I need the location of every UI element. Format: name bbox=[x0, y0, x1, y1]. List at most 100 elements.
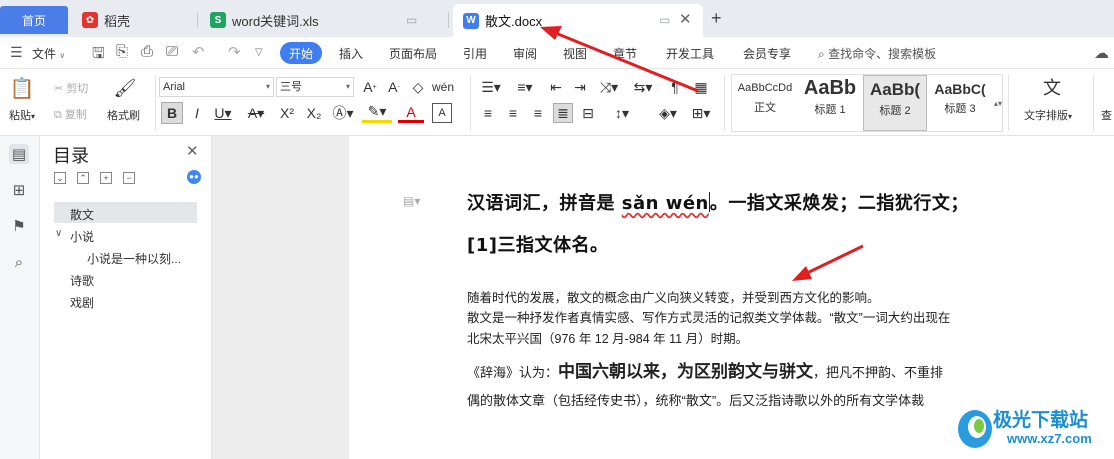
style-normal[interactable]: AaBbCcDd 正文 bbox=[732, 75, 798, 131]
menu-review[interactable]: 审阅 bbox=[513, 45, 537, 62]
cloud-sync-icon[interactable]: ☁ bbox=[1094, 44, 1109, 62]
gallery-scroll-icon[interactable]: ▴▾ bbox=[994, 85, 1002, 121]
paste-icon[interactable]: 📋 bbox=[10, 75, 35, 101]
tab-daoke[interactable]: ✿ 稻壳 bbox=[72, 6, 192, 34]
body-paragraph: 散文是一种抒发作者真情实感、写作方式灵活的记叙类文学体裁。“散文”一词大约出现在 bbox=[467, 311, 951, 325]
left-icon-rail: ▤ ⊞ ⚑ ⌕ bbox=[0, 136, 40, 459]
toc-item[interactable]: 小说是一种以刻... bbox=[87, 250, 181, 267]
truncated-ribbon-item[interactable]: 查 bbox=[1101, 107, 1112, 123]
cut-button[interactable]: ✂ 剪切 bbox=[54, 80, 88, 96]
align-left-icon[interactable]: ≡ bbox=[478, 103, 498, 123]
print-icon[interactable]: ⎙ bbox=[141, 43, 153, 60]
navigation-icon[interactable]: ⊞ bbox=[9, 180, 29, 200]
bold-icon[interactable]: B bbox=[161, 102, 183, 124]
quick-access-dropdown-icon[interactable]: ▽ bbox=[255, 47, 263, 58]
increase-indent-icon[interactable]: ⇥ bbox=[570, 78, 590, 96]
redo-icon[interactable]: ↷ bbox=[228, 43, 241, 61]
chevron-down-icon[interactable]: ∨ bbox=[55, 228, 62, 239]
font-color-icon[interactable]: A bbox=[398, 103, 424, 123]
menu-developer[interactable]: 开发工具 bbox=[666, 45, 714, 62]
align-center-icon[interactable]: ≡ bbox=[503, 103, 523, 123]
toc-item[interactable]: 诗歌 bbox=[70, 272, 94, 289]
toc-item[interactable]: 小说 bbox=[70, 228, 94, 245]
justify-icon[interactable]: ≣ bbox=[553, 103, 573, 123]
tab-home[interactable]: 首页 bbox=[0, 6, 68, 34]
font-size-select[interactable]: 三号 ▾ bbox=[276, 77, 354, 97]
table-lines-icon[interactable]: ▦ bbox=[690, 78, 712, 96]
text-direction-icon[interactable]: ⇆▾ bbox=[630, 78, 656, 96]
phonetic-guide-icon[interactable]: wén bbox=[432, 78, 454, 96]
menu-references[interactable]: 引用 bbox=[463, 45, 487, 62]
paste-button[interactable]: 粘贴▾ bbox=[9, 107, 35, 123]
monitor-icon[interactable]: ▭ bbox=[659, 13, 670, 27]
bookmark-icon[interactable]: ⚑ bbox=[9, 216, 29, 236]
collapse-all-icon[interactable]: ⌄ bbox=[54, 172, 66, 184]
distributed-align-icon[interactable]: ⊟ bbox=[578, 103, 598, 123]
increase-font-icon[interactable]: A + bbox=[360, 78, 380, 96]
format-painter-label[interactable]: 格式刷 bbox=[107, 107, 140, 123]
tab-xls[interactable]: S word关键词.xls ▭ bbox=[200, 6, 445, 34]
style-sample: AaBb bbox=[803, 77, 857, 99]
hamburger-icon[interactable]: ☰ bbox=[10, 44, 23, 61]
watermark-name: 极光下载站 bbox=[993, 409, 1089, 431]
cloud-service-icon[interactable]: ●● bbox=[187, 170, 201, 184]
bullet-list-icon[interactable]: ☰▾ bbox=[478, 78, 504, 96]
heading-line-2: [1]三指文体名。 bbox=[467, 235, 609, 256]
menu-file[interactable]: 文件 ∨ bbox=[32, 45, 65, 62]
toc-panel-icon[interactable]: ▤ bbox=[9, 144, 29, 164]
borders-icon[interactable]: ⊞▾ bbox=[688, 103, 714, 123]
decrease-indent-icon[interactable]: ⇤ bbox=[546, 78, 566, 96]
paragraph-handle-icon[interactable]: ▤▾ bbox=[403, 194, 420, 208]
superscript-icon[interactable]: X² bbox=[276, 103, 298, 123]
menu-member[interactable]: 会员专享 bbox=[743, 45, 791, 62]
font-family-select[interactable]: Arial ▾ bbox=[159, 77, 274, 97]
style-heading-2[interactable]: AaBb( 标题 2 bbox=[863, 75, 927, 131]
remove-heading-icon[interactable]: − bbox=[123, 172, 135, 184]
group-divider bbox=[470, 75, 471, 131]
command-search[interactable]: ⌕ 查找命令、搜索模板 bbox=[818, 45, 936, 62]
format-painter-icon[interactable]: 🖌 bbox=[114, 75, 137, 101]
text-effect-icon[interactable]: Ⓐ▾ bbox=[330, 103, 356, 123]
search-icon[interactable]: ⌕ bbox=[9, 252, 29, 272]
new-tab-plus-icon[interactable]: + bbox=[711, 8, 722, 29]
highlight-icon[interactable]: ✎▾ bbox=[362, 103, 392, 123]
add-heading-icon[interactable]: + bbox=[100, 172, 112, 184]
numbered-list-icon[interactable]: ≡▾ bbox=[512, 78, 538, 96]
expand-all-icon[interactable]: ⌃ bbox=[77, 172, 89, 184]
menu-chapter[interactable]: 章节 bbox=[613, 45, 637, 62]
body-text: 《辞海》认为： bbox=[467, 365, 559, 380]
align-right-icon[interactable]: ≡ bbox=[528, 103, 548, 123]
text-layout-button[interactable]: 文字排版▾ bbox=[1024, 107, 1072, 123]
save-icon[interactable]: 🖫 bbox=[92, 43, 105, 68]
monitor-icon[interactable]: ▭ bbox=[406, 13, 417, 27]
toc-item[interactable]: 戏剧 bbox=[70, 294, 94, 311]
italic-icon[interactable]: I bbox=[188, 103, 206, 123]
clear-format-icon[interactable]: ◇ bbox=[408, 78, 428, 96]
menu-view[interactable]: 视图 bbox=[563, 45, 587, 62]
menu-page-layout[interactable]: 页面布局 bbox=[389, 45, 437, 62]
line-spacing-icon[interactable]: ↕▾ bbox=[608, 103, 636, 123]
shading-icon[interactable]: ◈▾ bbox=[655, 103, 681, 123]
text-layout-icon[interactable]: 文 bbox=[1040, 75, 1064, 99]
undo-icon[interactable]: ↶ bbox=[192, 43, 205, 61]
decrease-font-icon[interactable]: A- bbox=[384, 78, 404, 96]
export-icon[interactable]: ⎘ bbox=[116, 43, 128, 60]
toc-item[interactable]: 散文 bbox=[70, 206, 94, 223]
tab-xls-label: word关键词.xls bbox=[232, 13, 319, 29]
chinese-layout-icon[interactable]: ⤨▾ bbox=[596, 78, 622, 96]
print-preview-icon[interactable]: ⎚ bbox=[166, 43, 178, 60]
copy-button[interactable]: ⧉ 复制 bbox=[54, 106, 87, 122]
show-marks-icon[interactable]: ¶ bbox=[664, 78, 686, 96]
tab-docx[interactable]: W 散文.docx ▭ ✕ bbox=[453, 4, 703, 37]
menu-bar: ☰ 文件 ∨ 🖫 ⎘ ⎙ ⎚ ↶ ↷ ▽ 开始 插入 页面布局 引用 审阅 视图… bbox=[0, 37, 1114, 69]
underline-icon[interactable]: U▾ bbox=[210, 103, 236, 123]
style-heading-1[interactable]: AaBb 标题 1 bbox=[798, 75, 862, 131]
close-icon[interactable]: ✕ bbox=[186, 142, 199, 160]
style-heading-3[interactable]: AaBbC( 标题 3 bbox=[928, 75, 992, 131]
menu-insert[interactable]: 插入 bbox=[339, 45, 363, 62]
close-tab-icon[interactable]: ✕ bbox=[679, 10, 692, 28]
character-border-icon[interactable]: A bbox=[432, 103, 452, 123]
subscript-icon[interactable]: X₂ bbox=[303, 103, 325, 123]
menu-start[interactable]: 开始 bbox=[280, 42, 322, 64]
strikethrough-icon[interactable]: A▾ bbox=[243, 103, 269, 123]
